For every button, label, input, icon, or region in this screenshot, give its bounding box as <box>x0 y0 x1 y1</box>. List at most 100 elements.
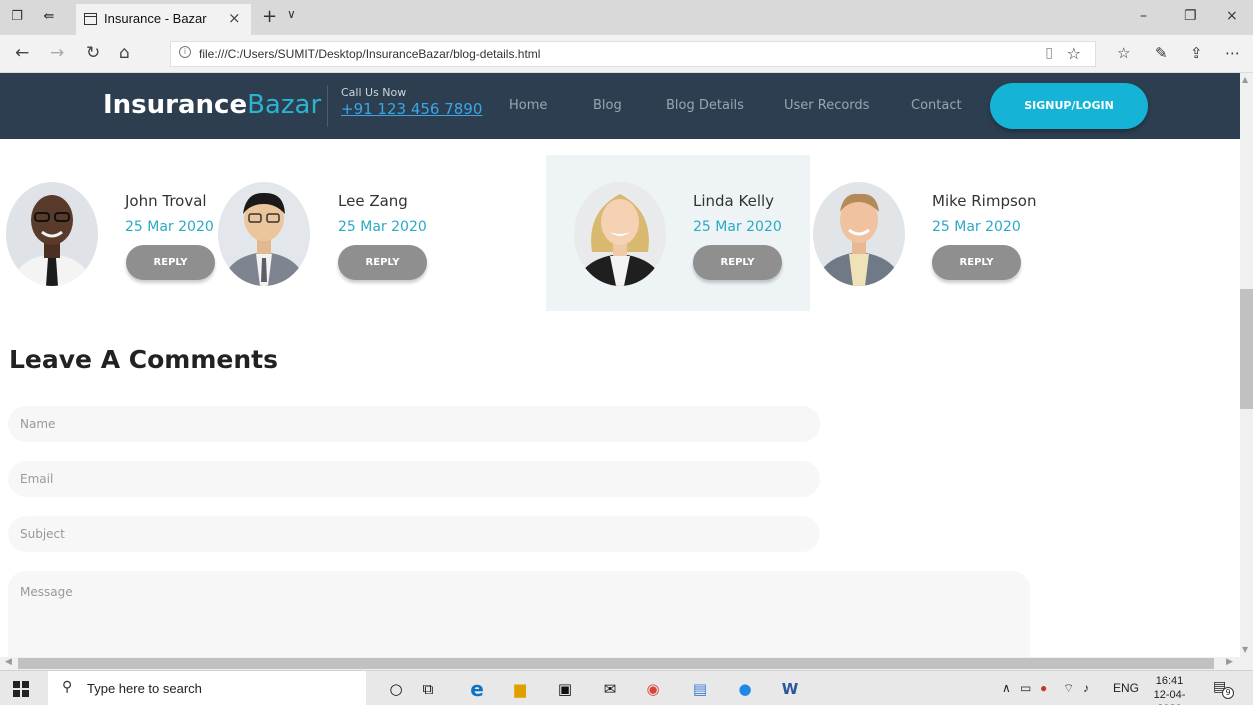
reply-button[interactable]: REPLY <box>693 245 782 280</box>
word-icon[interactable]: W <box>780 679 800 699</box>
nav-blog[interactable]: Blog <box>593 98 622 113</box>
browser-tab-bar: ❐ ⇚ Insurance - Bazar × + ∨ – ❐ × <box>0 0 1253 35</box>
store-icon[interactable]: ▣ <box>555 679 575 699</box>
avatar <box>574 182 666 286</box>
more-menu-icon[interactable]: ⋯ <box>1225 44 1240 62</box>
reading-view-icon[interactable]: ▯ <box>1045 45 1053 61</box>
site-logo[interactable]: InsuranceBazar <box>103 88 321 122</box>
app-icon[interactable]: ▤ <box>690 679 710 699</box>
call-us-label: Call Us Now <box>341 86 407 99</box>
phone-link[interactable]: +91 123 456 7890 <box>341 100 482 118</box>
restore-icon[interactable]: ❐ <box>1184 8 1197 24</box>
name-placeholder: Name <box>20 417 56 431</box>
language-indicator[interactable]: ENG <box>1113 681 1139 695</box>
logo-strong-text: Insurance <box>103 90 248 120</box>
action-center-icon[interactable]: ▤ 9 <box>1213 679 1235 699</box>
vertical-scrollbar[interactable]: ▲ ▼ <box>1240 73 1253 657</box>
comment-date: 25 Mar 2020 <box>338 219 427 235</box>
volume-icon[interactable]: ♪ <box>1083 681 1089 695</box>
avatar-linda-kelly <box>574 182 666 286</box>
email-input[interactable]: Email <box>8 461 820 497</box>
back-arrow-icon[interactable]: ← <box>15 44 29 62</box>
info-icon[interactable]: i <box>179 46 191 58</box>
url-text: file:///C:/Users/SUMIT/Desktop/Insurance… <box>199 47 541 61</box>
chrome-icon[interactable]: ◉ <box>643 679 663 699</box>
nav-blog-details[interactable]: Blog Details <box>666 98 744 113</box>
share-icon[interactable]: ⇪ <box>1190 44 1203 62</box>
cortana-icon[interactable]: ○ <box>386 679 406 699</box>
browser-address-bar: ← → ↻ ⌂ i file:///C:/Users/SUMIT/Desktop… <box>0 35 1253 73</box>
vertical-scroll-thumb[interactable] <box>1240 289 1253 409</box>
page-content: John Troval 25 Mar 2020 REPLY Lee Zang 2… <box>0 139 1240 657</box>
search-icon: ⚲ <box>62 679 73 695</box>
antivirus-icon[interactable]: ● <box>1040 681 1047 695</box>
avatar-lee-zang <box>218 182 310 286</box>
signup-login-button[interactable]: SIGNUP/LOGIN <box>990 83 1148 129</box>
clock-time: 16:41 <box>1155 675 1184 687</box>
subject-input[interactable]: Subject <box>8 516 820 552</box>
message-placeholder: Message <box>20 585 73 599</box>
scroll-left-icon[interactable]: ◀ <box>5 657 12 667</box>
favorite-star-icon[interactable]: ☆ <box>1067 44 1081 63</box>
refresh-icon[interactable]: ↻ <box>86 44 100 62</box>
comment-date: 25 Mar 2020 <box>693 219 782 235</box>
tab-title: Insurance - Bazar <box>104 11 207 26</box>
commenter-name: Lee Zang <box>338 192 408 210</box>
tray-overflow-chevron-icon[interactable]: ∧ <box>1002 681 1011 695</box>
url-field[interactable]: i file:///C:/Users/SUMIT/Desktop/Insuran… <box>170 41 1096 67</box>
nav-user-records[interactable]: User Records <box>784 98 869 113</box>
tab-close-icon[interactable]: × <box>228 9 241 27</box>
tab-insurance-bazar[interactable]: Insurance - Bazar × <box>76 4 251 35</box>
window-close-icon[interactable]: × <box>1226 8 1238 24</box>
taskbar-search-placeholder: Type here to search <box>87 681 202 696</box>
reply-button[interactable]: REPLY <box>126 245 215 280</box>
file-explorer-icon[interactable]: ▆ <box>510 679 530 699</box>
scroll-right-icon[interactable]: ▶ <box>1226 657 1233 667</box>
clock-date: 12-04-2020 <box>1153 689 1186 705</box>
battery-icon[interactable]: ▭ <box>1020 681 1031 695</box>
avatar <box>218 182 310 286</box>
scroll-down-icon[interactable]: ▼ <box>1242 645 1248 654</box>
header-divider <box>327 85 328 127</box>
avatar-john-troval <box>6 182 98 286</box>
message-textarea[interactable]: Message <box>8 571 1030 657</box>
nav-home[interactable]: Home <box>509 98 547 113</box>
email-placeholder: Email <box>20 472 54 486</box>
forward-arrow-icon[interactable]: → <box>50 44 64 62</box>
comment-date: 25 Mar 2020 <box>125 219 214 235</box>
leave-comments-title: Leave A Comments <box>9 345 278 374</box>
clock[interactable]: 16:41 12-04-2020 <box>1142 674 1197 705</box>
horizontal-scrollbar[interactable]: ◀ ▶ <box>0 657 1253 670</box>
home-icon[interactable]: ⌂ <box>119 44 130 62</box>
nav-contact[interactable]: Contact <box>911 98 962 113</box>
pen-notes-icon[interactable]: ✎ <box>1155 44 1168 62</box>
comment-date: 25 Mar 2020 <box>932 219 1021 235</box>
reply-button[interactable]: REPLY <box>932 245 1021 280</box>
tab-actions-icon[interactable]: ❐ <box>10 10 24 24</box>
subject-placeholder: Subject <box>20 527 65 541</box>
name-input[interactable]: Name <box>8 406 820 442</box>
wifi-icon[interactable]: ⌔ <box>1063 681 1074 696</box>
page-icon <box>84 13 97 25</box>
call-us-block: Call Us Now +91 123 456 7890 <box>341 86 482 118</box>
avatar-mike-rimpson <box>813 182 905 286</box>
app-shortcut-icon[interactable]: ● <box>735 679 755 699</box>
new-tab-icon[interactable]: + <box>262 6 277 27</box>
windows-start-icon[interactable] <box>13 681 29 697</box>
avatar <box>813 182 905 286</box>
edge-browser-icon[interactable]: e <box>467 679 487 699</box>
favorites-list-icon[interactable]: ☆ <box>1117 44 1130 62</box>
reply-button[interactable]: REPLY <box>338 245 427 280</box>
taskbar-search-box[interactable]: ⚲ Type here to search <box>48 671 366 705</box>
commenter-name: John Troval <box>125 192 207 210</box>
horizontal-scroll-thumb[interactable] <box>18 658 1214 669</box>
notification-count-badge: 9 <box>1222 687 1234 699</box>
tab-list-chevron-icon[interactable]: ∨ <box>287 7 296 21</box>
commenter-name: Linda Kelly <box>693 192 775 210</box>
mail-icon[interactable]: ✉ <box>600 679 620 699</box>
set-tabs-aside-icon[interactable]: ⇚ <box>42 10 56 24</box>
logo-light-text: Bazar <box>247 90 322 120</box>
task-view-icon[interactable]: ⧉ <box>418 679 438 699</box>
minimize-icon[interactable]: – <box>1140 8 1147 24</box>
scroll-up-icon[interactable]: ▲ <box>1242 75 1248 84</box>
